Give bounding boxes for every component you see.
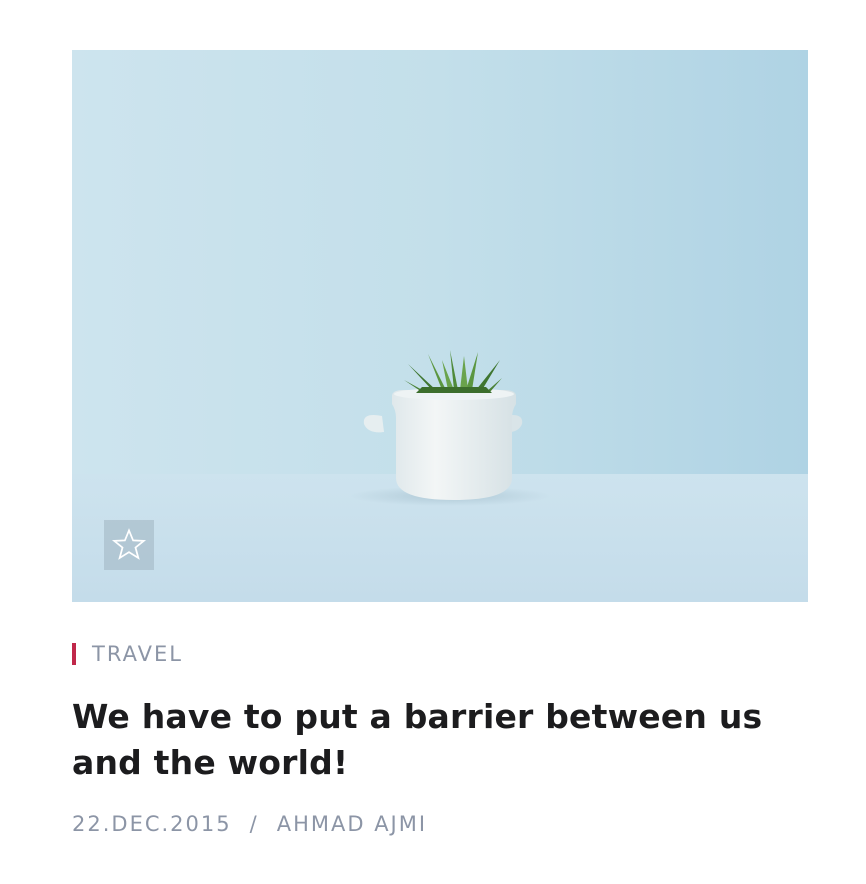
category-link[interactable]: TRAVEL	[92, 642, 183, 666]
potted-succulent-photo	[72, 50, 808, 602]
post-date: 22.DEC.2015	[72, 812, 232, 836]
category-accent-bar	[72, 643, 76, 665]
meta-separator: /	[249, 812, 259, 836]
category-tag: TRAVEL	[72, 642, 183, 666]
author-link[interactable]: AHMAD AJMI	[277, 812, 427, 836]
star-outline-icon	[111, 528, 147, 560]
post-meta: 22.DEC.2015 / AHMAD AJMI	[72, 812, 427, 836]
post-card: TRAVEL We have to put a barrier between …	[72, 50, 808, 836]
favorite-button[interactable]	[104, 520, 154, 570]
post-title[interactable]: We have to put a barrier between us and …	[72, 694, 812, 786]
post-image[interactable]	[72, 50, 808, 602]
